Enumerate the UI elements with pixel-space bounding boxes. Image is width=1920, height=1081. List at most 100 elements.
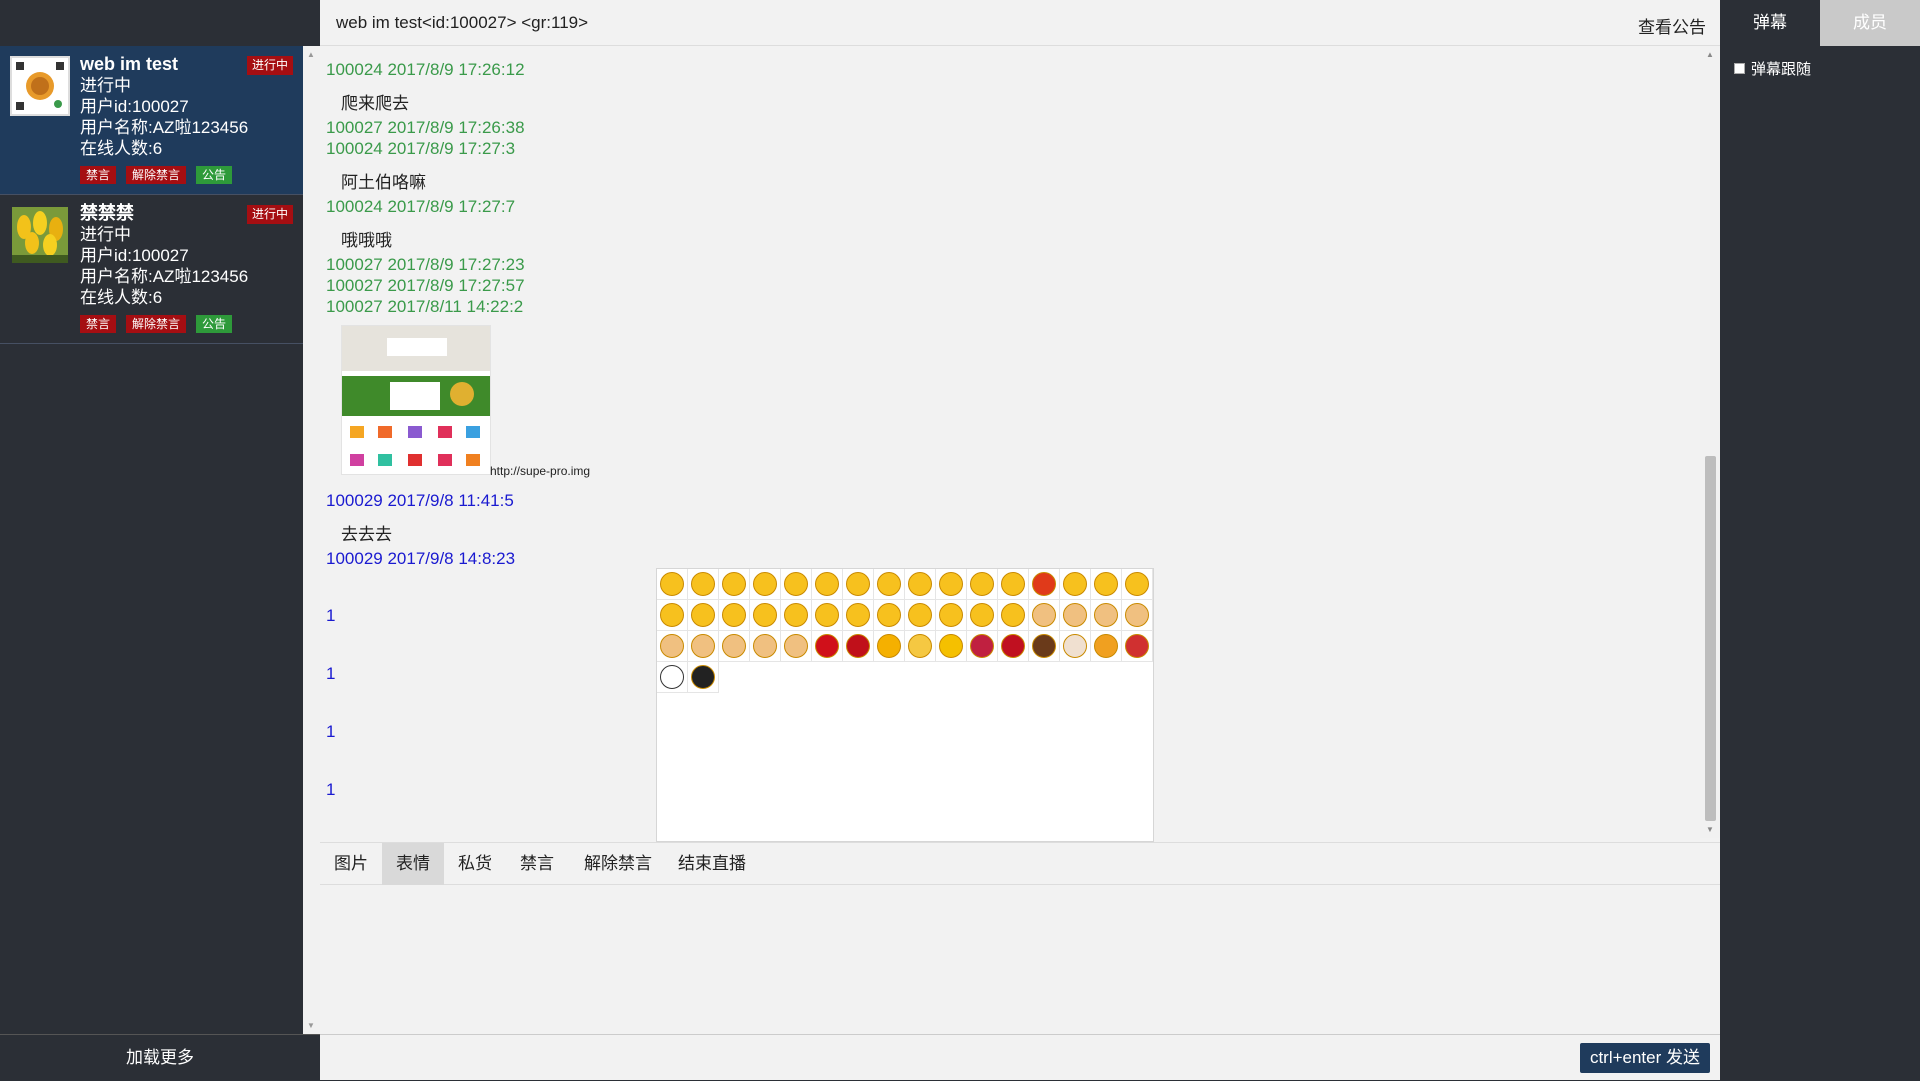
sidebar-scrollbar[interactable]: ▲ ▼ [303, 46, 320, 1034]
cry-icon[interactable] [750, 600, 781, 631]
notice-button[interactable]: 公告 [196, 166, 233, 184]
message-text: 爬来爬去 [341, 94, 409, 113]
tongue-icon[interactable] [998, 569, 1029, 600]
message-meta-partial: 1 [326, 606, 336, 625]
joy-icon[interactable] [688, 600, 719, 631]
clap-icon[interactable] [688, 631, 719, 662]
dizzy-icon[interactable] [874, 600, 905, 631]
lips-icon[interactable] [967, 631, 998, 662]
heart-icon[interactable] [812, 631, 843, 662]
message-meta: 100027 2017/8/9 17:27:57 [326, 276, 525, 295]
messages-scrollbar[interactable]: ▲ ▼ [1700, 46, 1720, 838]
wink-icon[interactable] [843, 569, 874, 600]
unmute-button[interactable]: 解除禁言 [126, 166, 187, 184]
notice-button[interactable]: 公告 [196, 315, 233, 333]
point-left-icon[interactable] [719, 631, 750, 662]
scream-icon[interactable] [843, 600, 874, 631]
danmu-follow-toggle[interactable]: 弹幕跟随 [1734, 58, 1811, 79]
cold-sweat-icon[interactable] [657, 600, 688, 631]
message-meta: 100027 2017/8/9 17:27:23 [326, 255, 525, 274]
message-meta: 100027 2017/8/9 17:26:38 [326, 118, 525, 137]
relieved-icon[interactable] [1091, 569, 1122, 600]
chat-toolbar: 图片 表情 私货 禁言 解除禁言 结束直播 [320, 842, 1720, 885]
cake-icon[interactable] [1060, 631, 1091, 662]
danmu-follow-label: 弹幕跟随 [1751, 61, 1812, 78]
ok-hand-icon[interactable] [781, 631, 812, 662]
moon-icon[interactable] [905, 631, 936, 662]
status-badge: 进行中 [246, 205, 293, 224]
room-item[interactable]: 禁禁禁 进行中 用户id:100027 用户名称:AZ啦123456 在线人数:… [0, 195, 303, 344]
scream-cat-icon[interactable] [936, 600, 967, 631]
rage-icon[interactable] [1029, 569, 1060, 600]
room-item[interactable]: web im test 进行中 用户id:100027 用户名称:AZ啦1234… [0, 46, 303, 195]
fist-icon[interactable] [1122, 600, 1153, 631]
thumbs-up-icon[interactable] [1029, 600, 1060, 631]
view-notice-button[interactable]: 查看公告 [1638, 13, 1706, 38]
sweat-icon[interactable] [936, 569, 967, 600]
blush-icon[interactable] [719, 600, 750, 631]
emoji-picker [656, 568, 1154, 842]
tired-icon[interactable] [998, 600, 1029, 631]
send-button[interactable]: ctrl+enter 发送 [1579, 1043, 1710, 1073]
heart-eyes-icon[interactable] [688, 569, 719, 600]
soccer-icon[interactable] [657, 662, 688, 693]
mute-button[interactable]: 禁言 [80, 166, 117, 184]
gift-icon[interactable] [1122, 631, 1153, 662]
scroll-down-icon[interactable]: ▼ [307, 1021, 315, 1030]
unamused-icon[interactable] [719, 569, 750, 600]
flushed-icon[interactable] [750, 569, 781, 600]
coffee-icon[interactable] [1029, 631, 1060, 662]
image-tool-button[interactable]: 图片 [320, 843, 382, 885]
danmu-follow-checkbox[interactable] [1734, 63, 1745, 74]
sun-icon[interactable] [874, 631, 905, 662]
end-live-button[interactable]: 结束直播 [664, 843, 760, 885]
room-online-count: 在线人数:6 [80, 139, 163, 158]
kiss-icon[interactable] [812, 569, 843, 600]
room-name: web im test [80, 54, 179, 74]
tab-danmu[interactable]: 弹幕 [1720, 0, 1820, 46]
scroll-down-icon[interactable]: ▼ [1706, 825, 1714, 834]
sidebar-header [0, 0, 303, 46]
message-image[interactable] [341, 325, 491, 475]
angry-icon[interactable] [874, 569, 905, 600]
punch-icon[interactable] [1091, 600, 1122, 631]
smirk-icon[interactable] [905, 600, 936, 631]
scroll-thumb[interactable] [1705, 456, 1716, 821]
kissing-icon[interactable] [1122, 569, 1153, 600]
message-meta: 100029 2017/9/8 14:8:23 [326, 549, 516, 568]
yum-icon[interactable] [781, 600, 812, 631]
tab-members[interactable]: 成员 [1820, 0, 1920, 46]
room-online-count: 在线人数:6 [80, 288, 163, 307]
message-meta: 100029 2017/9/8 11:41:5 [326, 491, 514, 510]
room-state: 进行中 [80, 76, 131, 95]
chat-panel: web im test<id:100027> <gr:119> 查看公告 100… [320, 0, 1720, 1080]
zap-icon[interactable] [936, 631, 967, 662]
unmute-button[interactable]: 解除禁言 [126, 315, 187, 333]
room-info: 禁禁禁 进行中 用户id:100027 用户名称:AZ啦123456 在线人数:… [80, 203, 248, 308]
beer-icon[interactable] [1091, 631, 1122, 662]
sob-icon[interactable] [967, 569, 998, 600]
sleepy-icon[interactable] [967, 600, 998, 631]
scroll-up-icon[interactable]: ▲ [307, 50, 315, 59]
unmute-tool-button[interactable]: 解除禁言 [570, 843, 666, 885]
room-avatar [10, 205, 70, 265]
message-input[interactable] [320, 885, 1720, 1035]
grin-icon[interactable] [657, 569, 688, 600]
mute-tool-button[interactable]: 禁言 [506, 843, 568, 885]
disappointed-icon[interactable] [905, 569, 936, 600]
status-badge: 进行中 [246, 56, 293, 75]
fearful-icon[interactable] [812, 600, 843, 631]
thumbs-down-icon[interactable] [1060, 600, 1091, 631]
load-more-button[interactable]: 加载更多 [0, 1034, 320, 1080]
bomb-icon[interactable] [688, 662, 719, 693]
private-tool-button[interactable]: 私货 [444, 843, 506, 885]
broken-heart-icon[interactable] [843, 631, 874, 662]
grimace-icon[interactable] [781, 569, 812, 600]
rose-icon[interactable] [998, 631, 1029, 662]
victory-icon[interactable] [657, 631, 688, 662]
point-down-icon[interactable] [750, 631, 781, 662]
confounded-icon[interactable] [1060, 569, 1091, 600]
scroll-up-icon[interactable]: ▲ [1706, 50, 1714, 59]
emoji-tool-button[interactable]: 表情 [382, 843, 444, 885]
mute-button[interactable]: 禁言 [80, 315, 117, 333]
